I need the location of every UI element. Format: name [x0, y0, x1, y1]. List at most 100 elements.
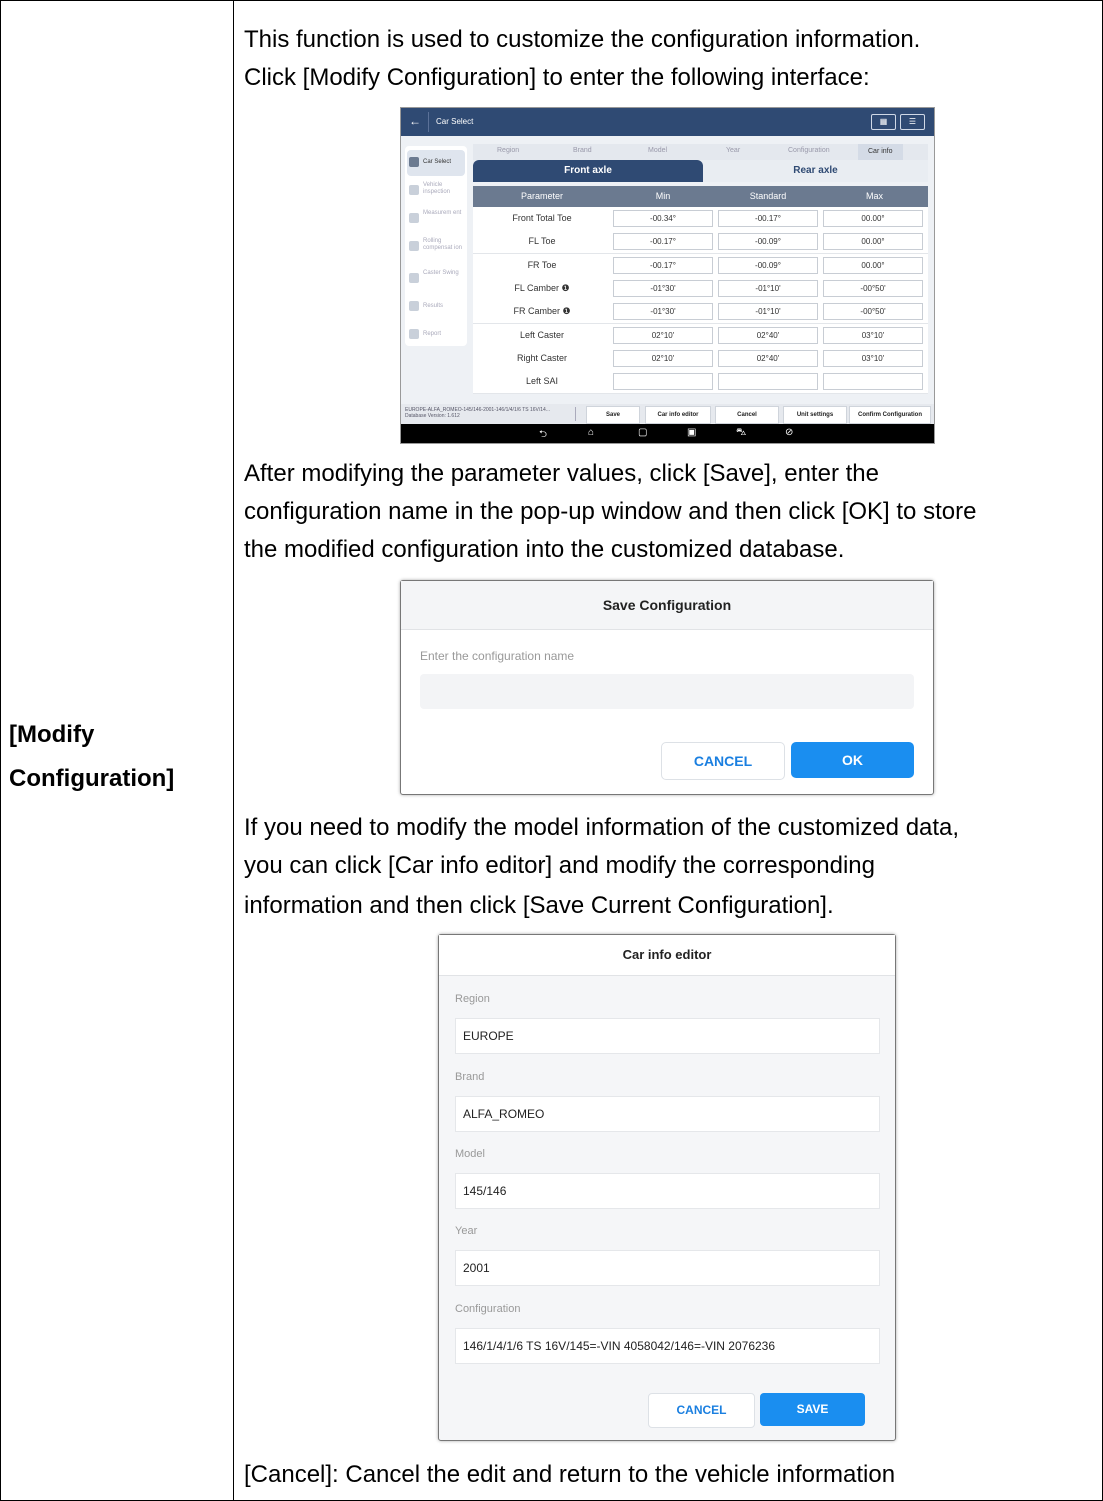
value-input-min[interactable]: -00.17°	[613, 256, 713, 274]
settings-sliders-icon[interactable]: ☰	[900, 114, 925, 130]
car-select-screenshot: ← Car Select ▦ ☰ Car Select Vehicle insp…	[400, 107, 935, 444]
sidebar: Car Select Vehicle inspection Measurem e…	[405, 146, 467, 346]
car-info-editor-button[interactable]: Car info editor	[645, 406, 711, 424]
screenshot-nav-icon[interactable]: ▣	[687, 427, 696, 438]
caster-icon	[409, 273, 419, 283]
config-name-input[interactable]	[420, 674, 914, 709]
car-nav-icon[interactable]: ⛍	[736, 427, 746, 440]
table-row: FL Camber ❶ -01°30' -01°10' -00°50'	[473, 276, 928, 301]
row-label: [Modify Configuration]	[9, 713, 229, 801]
intro-line-1: This function is used to customize the c…	[244, 26, 921, 53]
model-field[interactable]: 145/146	[455, 1173, 880, 1209]
region-field[interactable]: EUROPE	[455, 1018, 880, 1054]
android-nav-bar: ⮌ ⌂ ▢ ▣ ⛍ ⊘	[401, 424, 934, 443]
breadcrumb-year[interactable]: Year	[726, 147, 740, 154]
configuration-label: Configuration	[455, 1303, 521, 1315]
table-row: Front Total Toe -00.34° -00.17° 00.00°	[473, 207, 928, 231]
back-nav-icon[interactable]: ⮌	[539, 427, 547, 443]
back-arrow-icon[interactable]: ←	[409, 114, 421, 128]
results-icon	[409, 301, 419, 311]
value-input-std[interactable]	[718, 373, 818, 391]
brand-field[interactable]: ALFA_ROMEO	[455, 1096, 880, 1132]
value-input-std[interactable]: -00.09°	[718, 256, 818, 274]
value-input-min[interactable]: 02°10'	[613, 326, 713, 344]
value-input-std[interactable]: 02°40'	[718, 326, 818, 344]
header-min: Min	[655, 191, 671, 201]
after-line-2: configuration name in the pop-up window …	[244, 498, 977, 525]
value-input-max[interactable]: 03°10'	[823, 349, 923, 367]
value-input-max[interactable]	[823, 373, 923, 391]
model-line-1: If you need to modify the model informat…	[244, 814, 960, 841]
row-label-line-2: Configuration]	[9, 765, 175, 792]
value-input-max[interactable]: 03°10'	[823, 326, 923, 344]
sidebar-item-results[interactable]: Results	[407, 294, 465, 320]
model-line-3: information and then click [Save Current…	[244, 892, 834, 919]
value-input-min[interactable]: -01°30'	[613, 279, 713, 297]
breadcrumb-model[interactable]: Model	[648, 147, 667, 154]
ok-button[interactable]: OK	[791, 742, 914, 778]
after-line-1: After modifying the parameter values, cl…	[244, 460, 879, 487]
parameter-name: FR Toe	[527, 259, 557, 270]
parameter-name: Left Caster	[519, 329, 565, 340]
tab-rear-axle[interactable]: Rear axle	[703, 160, 928, 182]
value-input-min[interactable]: 02°10'	[613, 349, 713, 367]
cancel-button[interactable]: CANCEL	[648, 1393, 755, 1428]
year-field[interactable]: 2001	[455, 1250, 880, 1286]
sidebar-item-vehicle-inspection[interactable]: Vehicle inspection	[407, 178, 465, 204]
table-row: FL Toe -00.17° -00.09° 00.00°	[473, 230, 928, 255]
home-nav-icon[interactable]: ⌂	[588, 427, 594, 438]
inspection-icon	[409, 185, 419, 195]
value-input-std[interactable]: -00.17°	[718, 210, 818, 227]
parameter-name: Right Caster	[516, 352, 568, 363]
value-input-min[interactable]	[613, 373, 713, 391]
sidebar-item-report[interactable]: Report	[407, 322, 465, 348]
save-button[interactable]: Save	[586, 406, 640, 424]
recents-nav-icon[interactable]: ▢	[638, 427, 647, 438]
rolling-icon	[409, 241, 419, 251]
model-label: Model	[455, 1148, 485, 1160]
sidebar-item-measurement[interactable]: Measurem ent	[407, 206, 465, 232]
column-divider	[233, 1, 234, 1500]
breadcrumb-region[interactable]: Region	[497, 147, 519, 154]
sidebar-item-car-select[interactable]: Car Select	[407, 150, 465, 176]
cancel-button[interactable]: CANCEL	[661, 742, 785, 780]
view-icon[interactable]: ▦	[871, 114, 896, 130]
value-input-max[interactable]: -00°50'	[823, 279, 923, 297]
row-label-line-1: [Modify	[9, 721, 95, 748]
cancel-description: [Cancel]: Cancel the edit and return to …	[244, 1461, 896, 1488]
value-input-min[interactable]: -00.34°	[613, 210, 713, 227]
value-input-max[interactable]: 00.00°	[823, 233, 923, 251]
value-input-max[interactable]: 00.00°	[823, 210, 923, 227]
value-input-std[interactable]: -01°10'	[718, 303, 818, 321]
dialog-title: Car info editor	[439, 935, 895, 976]
table-row: Left SAI	[473, 370, 928, 395]
after-line-3: the modified configuration into the cust…	[244, 536, 845, 563]
region-label: Region	[455, 993, 490, 1005]
parameter-name: FR Camber ❶	[513, 306, 571, 317]
breadcrumb-car-info[interactable]: Car info	[858, 144, 903, 160]
breadcrumb-configuration[interactable]: Configuration	[788, 147, 830, 154]
browser-nav-icon[interactable]: ⊘	[785, 427, 793, 438]
save-button[interactable]: SAVE	[760, 1393, 865, 1426]
configuration-field[interactable]: 146/1/4/1/6 TS 16V/145=-VIN 4058042/146=…	[455, 1328, 880, 1364]
unit-settings-button[interactable]: Unit settings	[783, 406, 847, 424]
tab-front-axle[interactable]: Front axle	[473, 160, 703, 182]
sidebar-item-caster-swing[interactable]: Caster Swing	[407, 266, 465, 292]
value-input-std[interactable]: -00.09°	[718, 233, 818, 251]
parameter-name: Left SAI	[525, 376, 559, 387]
table-row: Left Caster 02°10' 02°40' 03°10'	[473, 323, 928, 348]
value-input-min[interactable]: -01°30'	[613, 303, 713, 321]
value-input-min[interactable]: -00.17°	[613, 233, 713, 251]
value-input-std[interactable]: 02°40'	[718, 349, 818, 367]
value-input-max[interactable]: -00°50'	[823, 303, 923, 321]
document-table: [Modify Configuration] This function is …	[0, 0, 1103, 1501]
sidebar-item-rolling-compensation[interactable]: Rolling compensat ion	[407, 234, 465, 260]
table-row: FR Camber ❶ -01°30' -01°10' -00°50'	[473, 300, 928, 325]
value-input-max[interactable]: 00.00°	[823, 256, 923, 274]
confirm-configuration-button[interactable]: Confirm Configuration	[849, 406, 931, 424]
breadcrumb-brand[interactable]: Brand	[573, 147, 592, 154]
header-standard: Standard	[749, 191, 787, 201]
parameter-name: FL Toe	[528, 236, 556, 247]
value-input-std[interactable]: -01°10'	[718, 279, 818, 297]
cancel-button[interactable]: Cancel	[715, 406, 779, 424]
